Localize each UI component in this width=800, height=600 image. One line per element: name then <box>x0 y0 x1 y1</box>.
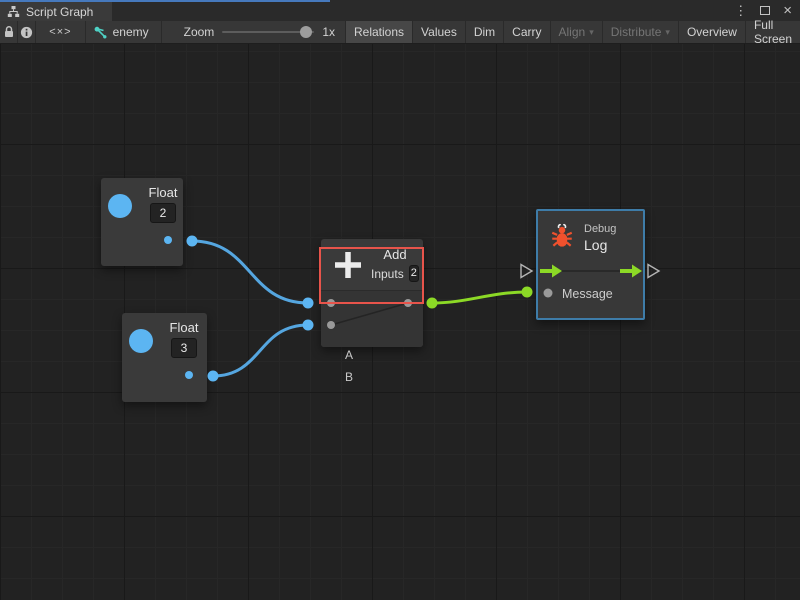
plus-icon <box>333 250 363 280</box>
zoom-slider-handle[interactable] <box>300 26 312 38</box>
float-value-field[interactable]: 3 <box>171 338 197 358</box>
align-dropdown[interactable]: Align ▾ <box>550 21 602 43</box>
message-port-label: Message <box>562 287 613 301</box>
relations-button[interactable]: Relations <box>345 21 412 43</box>
graph-name-label: enemy <box>113 25 149 39</box>
inputs-label: Inputs <box>371 267 404 281</box>
tab-label: Script Graph <box>26 5 93 19</box>
graph-hierarchy-icon <box>7 5 20 18</box>
add-port-b[interactable] <box>327 321 335 329</box>
chevron-down-icon: ▾ <box>665 27 670 38</box>
wire-endpoint[interactable] <box>303 320 314 331</box>
carry-button[interactable]: Carry <box>503 21 549 43</box>
add-output-port[interactable] <box>404 299 412 307</box>
node-add[interactable]: Add Inputs 2 A B <box>321 239 423 347</box>
node-title: Float <box>145 185 181 200</box>
info-icon <box>20 26 33 39</box>
maximize-icon[interactable] <box>760 6 770 15</box>
float-value-field[interactable]: 2 <box>150 203 176 223</box>
window-menu-icon[interactable]: ⋮ <box>734 0 747 21</box>
graph-asset-icon <box>94 26 107 39</box>
graph-toolbar: <×> enemy Zoom 1x Relations Values <box>0 21 800 44</box>
lock-icon <box>3 25 15 39</box>
wire-endpoint[interactable] <box>522 287 533 298</box>
node-float-2[interactable]: Float 2 <box>101 178 183 266</box>
port-b-label: B <box>345 370 353 384</box>
dim-button[interactable]: Dim <box>465 21 503 43</box>
bug-icon <box>549 223 575 249</box>
add-port-a[interactable] <box>327 299 335 307</box>
float-output-port[interactable] <box>164 236 172 244</box>
zoom-level-value: 1x <box>322 25 335 39</box>
float-output-port[interactable] <box>185 371 193 379</box>
script-graph-window: Script Graph ⋮ × <×> <box>0 0 800 600</box>
zoom-label: Zoom <box>184 25 215 39</box>
node-debug-log[interactable]: Debug Log Message <box>536 209 645 320</box>
message-port[interactable] <box>544 289 553 298</box>
node-title: Float <box>166 320 202 335</box>
titlebar: Script Graph ⋮ × <box>0 0 800 21</box>
fullscreen-button[interactable]: Full Screen <box>745 21 800 43</box>
port-a-label: A <box>345 348 353 362</box>
toolbar-buttons: Relations Values Dim Carry Align ▾ Distr… <box>345 21 800 43</box>
wire-endpoint[interactable] <box>303 298 314 309</box>
node-title: Log <box>584 237 616 253</box>
chevron-down-icon: ▾ <box>589 27 594 38</box>
graph-canvas[interactable]: Float 2 Float 3 Add Inputs <box>0 44 800 600</box>
overview-button[interactable]: Overview <box>678 21 745 43</box>
inspect-button[interactable] <box>18 21 36 43</box>
wire-endpoint[interactable] <box>187 236 198 247</box>
tab-script-graph[interactable]: Script Graph <box>0 2 112 21</box>
graph-reference[interactable]: enemy <box>86 21 162 43</box>
zoom-control: Zoom 1x <box>162 21 345 43</box>
inputs-count-field[interactable]: 2 <box>409 265 419 282</box>
wire-endpoint[interactable] <box>427 298 438 309</box>
float-input-port[interactable] <box>108 194 132 218</box>
wire-endpoint[interactable] <box>208 371 219 382</box>
node-float-3[interactable]: Float 3 <box>122 313 207 402</box>
distribute-dropdown[interactable]: Distribute ▾ <box>602 21 678 43</box>
node-category: Debug <box>584 223 616 235</box>
node-title: Add <box>371 247 419 262</box>
float-input-port[interactable] <box>129 329 153 353</box>
lock-button[interactable] <box>0 21 18 43</box>
edit-source-button[interactable]: <×> <box>36 21 85 43</box>
zoom-slider[interactable] <box>222 31 314 33</box>
values-button[interactable]: Values <box>412 21 465 43</box>
